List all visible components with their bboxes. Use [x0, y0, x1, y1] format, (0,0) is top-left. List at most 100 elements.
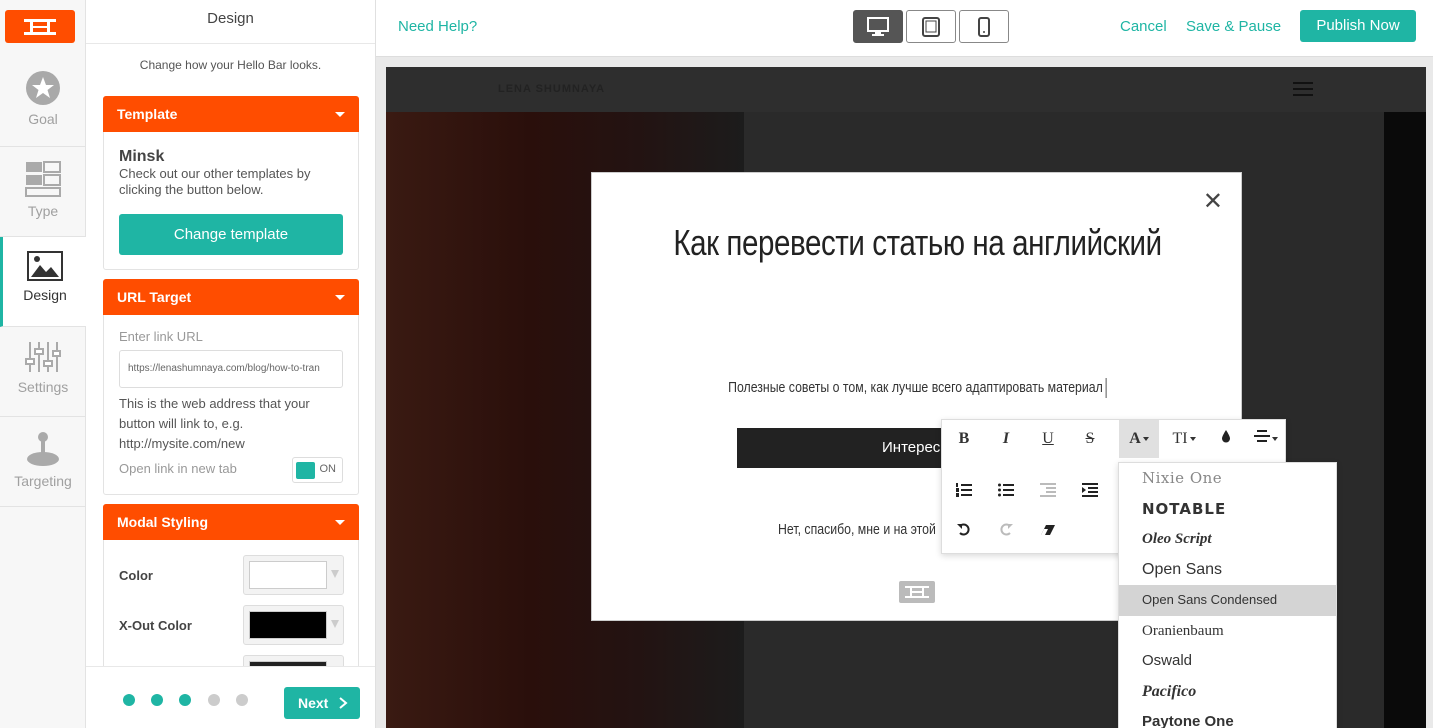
desktop-view-button[interactable]	[853, 10, 903, 43]
modal-styling-card-header[interactable]: Modal Styling	[103, 504, 359, 540]
desktop-icon	[867, 16, 889, 36]
url-target-card-title: URL Target	[117, 289, 192, 305]
star-icon	[26, 71, 60, 105]
watermark-glyph-icon	[905, 586, 929, 598]
font-option-paytone-one[interactable]: Paytone One	[1119, 707, 1336, 728]
chevron-right-icon	[339, 697, 348, 709]
font-option-oleo-script[interactable]: Oleo Script	[1119, 524, 1336, 555]
publish-now-button[interactable]: Publish Now	[1300, 10, 1416, 42]
toggle-state: ON	[319, 463, 337, 475]
rail-item-goal[interactable]: Goal	[0, 57, 86, 147]
template-card: Template Minsk Check out our other templ…	[103, 96, 359, 270]
text-color-button[interactable]	[1206, 420, 1246, 458]
color-picker[interactable]	[243, 555, 344, 595]
font-option-oswald[interactable]: Oswald	[1119, 646, 1336, 677]
url-input[interactable]: https://lenashumnaya.com/blog/how-to-tra…	[119, 350, 343, 388]
panel-subtitle: Change how your Hello Bar looks.	[139, 58, 322, 72]
site-brand: LENA SHUMNAYA	[498, 83, 606, 95]
step-dot-3[interactable]	[179, 694, 191, 706]
bold-button[interactable]: B	[944, 420, 984, 458]
redo-button[interactable]	[986, 513, 1026, 551]
modal-subtitle[interactable]: Полезные советы о том, как лучше всего а…	[651, 378, 1185, 398]
step-dot-4[interactable]	[208, 694, 220, 706]
font-family-dropdown: Nixie One NOTABLE Oleo Script Open Sans …	[1118, 462, 1337, 728]
rail-label-design: Design	[23, 287, 67, 303]
font-option-pacifico[interactable]: Pacifico	[1119, 677, 1336, 708]
font-option-oranienbaum[interactable]: Oranienbaum	[1119, 616, 1336, 647]
rail-label-targeting: Targeting	[14, 473, 72, 489]
underline-button[interactable]: U	[1028, 420, 1068, 458]
dropdown-arrow-icon	[331, 620, 339, 628]
template-card-header[interactable]: Template	[103, 96, 359, 132]
caret-down-icon	[1272, 436, 1278, 441]
design-panel: Design Change how your Hello Bar looks. …	[86, 0, 376, 728]
new-tab-label: Open link in new tab	[119, 461, 237, 476]
step-dot-2[interactable]	[151, 694, 163, 706]
cancel-link[interactable]: Cancel	[1120, 18, 1167, 35]
caret-down-icon	[1189, 437, 1196, 442]
url-target-card: URL Target Enter link URL https://lenash…	[103, 279, 359, 495]
indent-button[interactable]	[1070, 474, 1110, 512]
color-label: Color	[119, 568, 153, 583]
modal-subtitle-text: Полезные советы о том, как лучше всего а…	[728, 378, 1103, 396]
outdent-button[interactable]	[1028, 474, 1068, 512]
next-button[interactable]: Next	[284, 687, 360, 719]
rail-item-design[interactable]: Design	[0, 237, 87, 327]
modal-headline[interactable]: Как перевести статью на английский	[651, 223, 1185, 263]
undo-icon	[957, 523, 970, 536]
ordered-list-icon	[956, 483, 972, 497]
chevron-down-icon	[335, 520, 345, 525]
align-center-icon	[1254, 430, 1270, 442]
font-option-open-sans-condensed[interactable]: Open Sans Condensed	[1119, 585, 1336, 616]
change-template-button[interactable]: Change template	[119, 214, 343, 255]
font-size-button[interactable]: TI	[1164, 420, 1204, 458]
close-icon[interactable]: ✕	[1203, 187, 1223, 215]
bullet-list-button[interactable]	[986, 474, 1026, 512]
italic-button[interactable]: I	[986, 420, 1026, 458]
template-name: Minsk	[119, 148, 165, 165]
xout-color-swatch	[249, 611, 327, 639]
rail-item-settings[interactable]: Settings	[0, 327, 86, 417]
eraser-icon	[1041, 525, 1055, 535]
chevron-down-icon	[335, 295, 345, 300]
template-description: Check out our other templates by clickin…	[119, 166, 311, 197]
new-tab-toggle[interactable]: ON	[292, 457, 343, 483]
site-preview: LENA SHUMNAYA ✕ Как перевести статью на …	[386, 67, 1426, 728]
font-option-notable[interactable]: NOTABLE	[1119, 494, 1336, 525]
xout-color-label: X-Out Color	[119, 618, 192, 633]
modal-decline-link[interactable]: Нет, спасибо, мне и на этой	[778, 521, 936, 538]
url-target-card-header[interactable]: URL Target	[103, 279, 359, 315]
step-dot-5[interactable]	[236, 694, 248, 706]
template-card-title: Template	[117, 106, 178, 122]
background-edge	[1384, 112, 1426, 728]
device-switcher	[853, 10, 1009, 43]
dropdown-arrow-icon	[331, 570, 339, 578]
bullet-list-icon	[998, 483, 1014, 497]
align-button[interactable]	[1246, 420, 1286, 458]
panel-title: Design	[86, 0, 375, 44]
font-option-open-sans[interactable]: Open Sans	[1119, 555, 1336, 586]
ordered-list-button[interactable]	[944, 474, 984, 512]
logo-icon	[24, 18, 56, 35]
rail-item-targeting[interactable]: Targeting	[0, 417, 86, 507]
font-family-button[interactable]: A	[1119, 420, 1159, 458]
strikethrough-button[interactable]: S	[1070, 420, 1110, 458]
mobile-view-button[interactable]	[959, 10, 1009, 43]
undo-button[interactable]	[944, 513, 984, 551]
text-cursor	[1106, 378, 1107, 398]
joystick-icon	[27, 432, 59, 466]
clear-format-button[interactable]	[1028, 513, 1068, 551]
left-rail: Goal Type Design Settings Targeting	[0, 0, 87, 728]
rail-item-type[interactable]: Type	[0, 147, 86, 237]
tablet-view-button[interactable]	[906, 10, 956, 43]
need-help-link[interactable]: Need Help?	[398, 18, 477, 35]
modal-styling-card: Modal Styling Color X-Out Color	[103, 504, 359, 695]
hellobar-watermark-icon	[899, 581, 935, 603]
color-swatch	[249, 561, 327, 589]
font-option-nixie-one[interactable]: Nixie One	[1119, 463, 1336, 494]
sliders-icon	[25, 342, 61, 372]
xout-color-picker[interactable]	[243, 605, 344, 645]
step-dot-1[interactable]	[123, 694, 135, 706]
save-pause-link[interactable]: Save & Pause	[1186, 18, 1281, 35]
hellobar-logo[interactable]	[5, 10, 75, 43]
